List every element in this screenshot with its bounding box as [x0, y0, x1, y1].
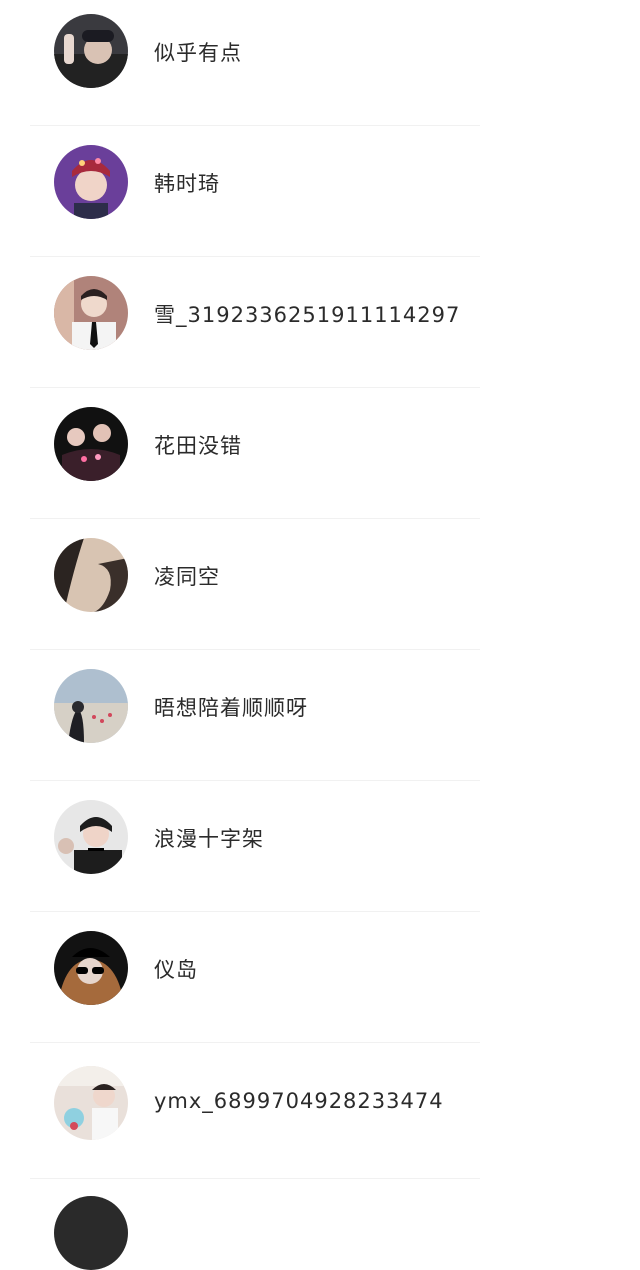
contact-name: 浪漫十字架: [154, 827, 264, 851]
divider: [30, 387, 480, 388]
divider: [30, 649, 480, 650]
contact-row[interactable]: 晤想陪着顺顺呀: [0, 655, 640, 786]
divider: [30, 780, 480, 781]
contact-row[interactable]: 雪_3192336251911114297: [0, 262, 640, 393]
divider: [30, 1178, 480, 1179]
contact-name: 花田没错: [154, 434, 242, 458]
contact-avatar[interactable]: [54, 931, 128, 1005]
contact-row[interactable]: 韩时琦: [0, 131, 640, 262]
contact-name: 韩时琦: [154, 172, 220, 196]
contact-name: 似乎有点: [154, 41, 242, 65]
contact-avatar[interactable]: [54, 669, 128, 743]
contact-list: 似乎有点 韩时琦 雪_3192336251911114297 花田没错 凌同空 …: [0, 0, 640, 1270]
contact-name: 雪_3192336251911114297: [154, 303, 461, 327]
contact-row[interactable]: 凌同空: [0, 524, 640, 655]
contact-avatar[interactable]: [54, 1196, 128, 1270]
divider: [30, 256, 480, 257]
contact-avatar[interactable]: [54, 14, 128, 88]
contact-row[interactable]: 仪岛: [0, 917, 640, 1048]
contact-avatar[interactable]: [54, 407, 128, 481]
divider: [30, 911, 480, 912]
contact-name: 仪岛: [154, 958, 198, 982]
contact-row[interactable]: 浪漫十字架: [0, 786, 640, 917]
contact-avatar[interactable]: [54, 1066, 128, 1140]
contact-avatar[interactable]: [54, 538, 128, 612]
contact-row[interactable]: 花田没错: [0, 393, 640, 524]
contact-avatar[interactable]: [54, 145, 128, 219]
divider: [30, 125, 480, 126]
contact-avatar[interactable]: [54, 800, 128, 874]
contact-row[interactable]: [0, 1183, 640, 1270]
contact-name: 凌同空: [154, 565, 220, 589]
contact-row[interactable]: 似乎有点: [0, 0, 640, 131]
divider: [30, 518, 480, 519]
divider: [30, 1042, 480, 1043]
contact-name: 晤想陪着顺顺呀: [154, 696, 308, 720]
contact-name: ymx_6899704928233474: [154, 1089, 444, 1113]
contact-avatar[interactable]: [54, 276, 128, 350]
contact-row[interactable]: ymx_6899704928233474: [0, 1048, 640, 1179]
